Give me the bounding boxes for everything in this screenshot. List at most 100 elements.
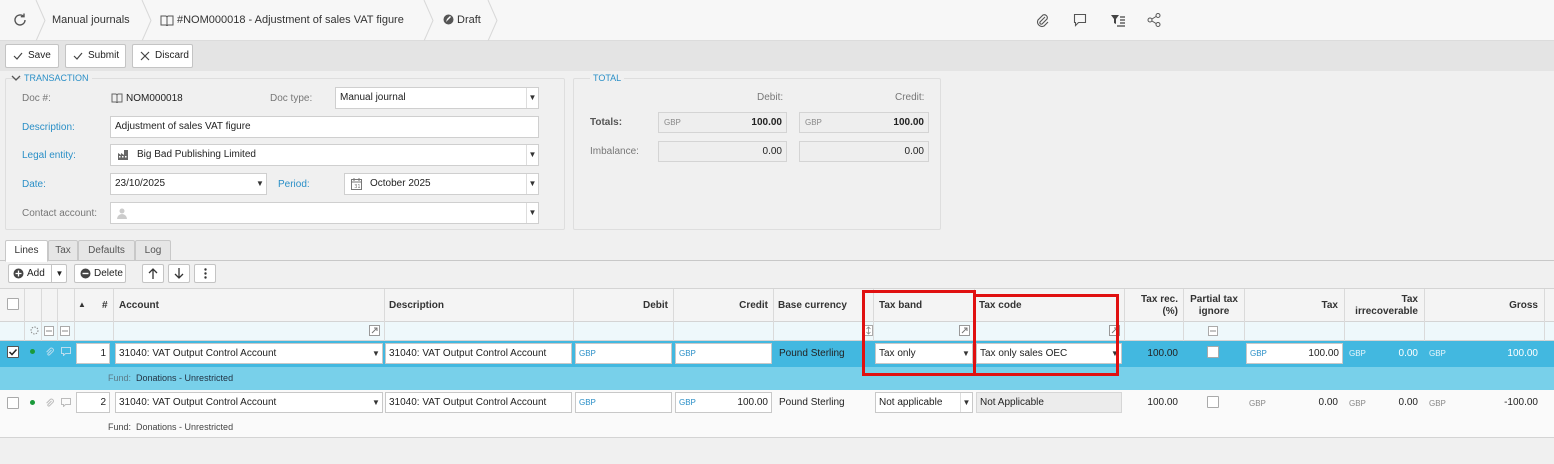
credit-field[interactable]: GBP [675, 343, 772, 364]
book-icon [160, 14, 176, 30]
description-field[interactable]: 31040: VAT Output Control Account [385, 392, 572, 413]
collapse-chevron-icon[interactable] [11, 74, 21, 84]
date-label: Date: [22, 179, 46, 190]
tab-lines[interactable]: Lines [5, 240, 48, 262]
check-icon [8, 348, 18, 356]
close-icon [140, 51, 150, 61]
filter-minus-icon[interactable] [60, 326, 70, 339]
tax-irr-value: 0.00 [1398, 397, 1418, 408]
account-select[interactable]: 31040: VAT Output Control Account ▼ [115, 343, 383, 364]
partial-tax-ignore-checkbox[interactable] [1207, 346, 1219, 358]
breadcrumb-module[interactable]: Manual journals [52, 0, 130, 41]
column-divider [773, 289, 774, 341]
move-down-button[interactable] [168, 264, 190, 283]
period-value: October 2025 [370, 178, 431, 189]
note-icon[interactable] [61, 398, 71, 410]
tax-code-value: Not Applicable [980, 397, 1044, 408]
move-up-button[interactable] [142, 264, 164, 283]
row-checkbox[interactable] [7, 346, 19, 358]
header-tax-irr-line1[interactable]: Tax [1346, 294, 1419, 305]
attachment-icon[interactable] [45, 347, 54, 360]
tab-defaults[interactable]: Defaults [78, 240, 135, 261]
column-divider [74, 289, 75, 341]
filter-minus-icon[interactable] [1208, 326, 1218, 339]
dropdown-arrow-icon[interactable]: ▼ [960, 393, 972, 412]
column-divider [384, 289, 385, 341]
period-select[interactable]: 31 October 2025 ▼ [344, 173, 539, 195]
workflow-icon[interactable] [1146, 12, 1162, 28]
save-button[interactable]: Save [5, 44, 59, 68]
description-label: Description: [22, 122, 75, 133]
calendar-icon: 31 [351, 178, 362, 198]
legal-entity-select[interactable]: Big Bad Publishing Limited ▼ [110, 144, 539, 166]
row-checkbox[interactable] [7, 397, 19, 409]
dropdown-arrow-icon[interactable]: ▼ [526, 88, 538, 108]
breadcrumb-separator [487, 0, 498, 41]
tax-band-select[interactable]: Not applicable ▼ [875, 392, 973, 413]
dropdown-arrow-icon[interactable]: ▼ [254, 174, 266, 194]
base-currency-value: Pound Sterling [779, 397, 845, 408]
tab-log[interactable]: Log [135, 240, 171, 261]
description-field[interactable]: 31040: VAT Output Control Account [385, 343, 572, 364]
paperclip-icon[interactable] [1035, 12, 1051, 28]
filter-minus-icon[interactable] [44, 326, 54, 339]
header-tax-rec-line1[interactable]: Tax rec. [1128, 294, 1178, 305]
add-line-button[interactable]: Add ▼ [8, 264, 67, 283]
credit-field[interactable]: GBP 100.00 [675, 392, 772, 413]
column-divider [1244, 289, 1245, 341]
select-all-checkbox[interactable] [7, 298, 19, 310]
line-number-field[interactable]: 2 [76, 392, 110, 413]
filter-dotted-circle-icon[interactable] [30, 326, 39, 338]
filter-list-icon[interactable] [1110, 12, 1126, 28]
column-divider [1183, 289, 1184, 341]
header-gross[interactable]: Gross [1428, 300, 1538, 311]
tax-irr-currency: GBP [1349, 348, 1366, 359]
tax-field[interactable]: GBP 100.00 [1246, 343, 1343, 364]
refresh-icon[interactable] [12, 12, 28, 28]
description-value: Adjustment of sales VAT figure [115, 121, 251, 132]
header-account[interactable]: Account [119, 300, 159, 311]
account-select[interactable]: 31040: VAT Output Control Account ▼ [115, 392, 383, 413]
header-debit[interactable]: Debit [578, 300, 668, 311]
debit-field[interactable]: GBP [575, 392, 672, 413]
note-icon[interactable] [61, 347, 71, 359]
tax-rec-value: 100.00 [1147, 348, 1178, 359]
dropdown-arrow-icon[interactable]: ▼ [526, 203, 538, 223]
delete-line-button[interactable]: Delete [74, 264, 126, 283]
open-external-icon[interactable] [369, 325, 380, 339]
tax-rec-value: 100.00 [1147, 397, 1178, 408]
dropdown-arrow-icon[interactable]: ▼ [526, 145, 538, 165]
discard-button[interactable]: Discard [132, 44, 193, 68]
dropdown-arrow-icon[interactable]: ▼ [370, 344, 382, 363]
dropdown-arrow-icon[interactable]: ▼ [526, 174, 538, 194]
more-options-button[interactable] [194, 264, 216, 283]
fund-info: Fund: Donations - Unrestricted [108, 422, 233, 432]
comment-icon[interactable] [1073, 12, 1089, 28]
add-dropdown-icon[interactable]: ▼ [51, 265, 67, 282]
line-number-field[interactable]: 1 [76, 343, 110, 364]
description-input[interactable]: Adjustment of sales VAT figure [110, 116, 539, 138]
currency-code: GBP [805, 118, 822, 127]
header-tax-irr-line2: irrecoverable [1355, 306, 1418, 317]
credit-header: Credit: [895, 92, 925, 103]
date-input[interactable]: 23/10/2025 ▼ [110, 173, 267, 195]
header-tax[interactable]: Tax [1248, 300, 1339, 311]
header-partial-line1[interactable]: Partial tax [1185, 294, 1243, 305]
attachment-icon[interactable] [45, 398, 54, 411]
doc-type-select[interactable]: Manual journal ▼ [335, 87, 539, 109]
submit-button[interactable]: Submit [65, 44, 126, 68]
header-credit[interactable]: Credit [678, 300, 768, 311]
header-base-currency[interactable]: Base currency [778, 300, 847, 311]
debit-field[interactable]: GBP [575, 343, 672, 364]
column-divider [1124, 289, 1125, 341]
gross-currency: GBP [1429, 398, 1446, 409]
dropdown-arrow-icon[interactable]: ▼ [370, 393, 382, 412]
header-description[interactable]: Description [389, 300, 444, 311]
tab-tax[interactable]: Tax [48, 240, 78, 261]
currency-code: GBP [664, 118, 681, 127]
contact-account-select[interactable]: ▼ [110, 202, 539, 224]
partial-tax-ignore-checkbox[interactable] [1207, 396, 1219, 408]
debit-imbalance-field: 0.00 [658, 141, 787, 162]
sort-indicator-icon[interactable]: ▲ [78, 300, 86, 309]
column-divider [57, 289, 58, 341]
